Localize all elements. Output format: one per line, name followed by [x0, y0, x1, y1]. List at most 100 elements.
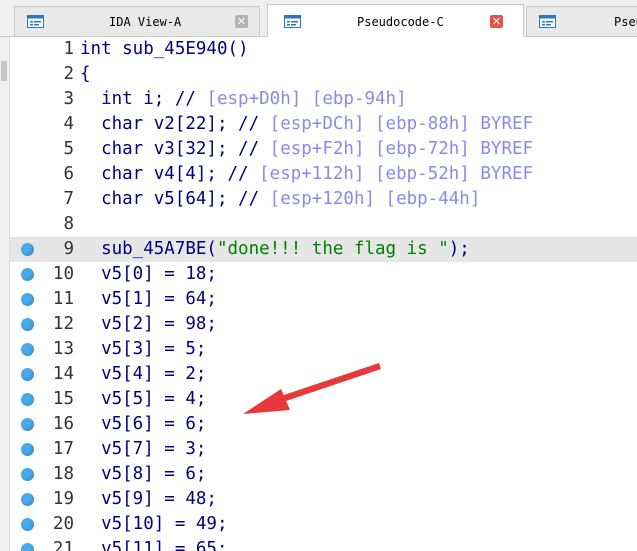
breakpoint-dot-icon[interactable] — [21, 443, 34, 456]
code-token: int sub_45E940() — [80, 39, 249, 59]
code-text: v5[2] = 98; — [80, 312, 217, 337]
breakpoint-dot-icon[interactable] — [21, 268, 34, 281]
line-number: 11 — [52, 289, 74, 309]
line-number: 3 — [63, 89, 74, 109]
code-text: v5[1] = 64; — [80, 287, 217, 312]
line-number: 14 — [52, 364, 74, 384]
tab-pseudocode-other[interactable]: Pseu — [526, 6, 637, 36]
pseudocode-editor[interactable]: 1 int sub_45E940() 2{3 int i; // [esp+D0h]… — [10, 37, 637, 551]
code-text: v5[0] = 18; — [80, 262, 217, 287]
code-token: v5[4] = 2; — [80, 364, 207, 384]
code-token: v5[5] = 4; — [80, 389, 207, 409]
code-line[interactable]: 11 v5[1] = 64; — [10, 287, 637, 312]
code-token: char v5[64]; // — [80, 189, 270, 209]
code-line[interactable]: 4 char v2[22]; // [esp+DCh] [ebp-88h] BY… — [10, 112, 637, 137]
line-number: 1 — [63, 39, 74, 59]
code-text: v5[5] = 4; — [80, 387, 206, 412]
tab-label: IDA View-A — [109, 15, 182, 29]
line-number: 9 — [63, 239, 74, 259]
breakpoint-dot-icon[interactable] — [21, 543, 34, 551]
code-line[interactable]: 16 v5[6] = 6; — [10, 412, 637, 437]
breakpoint-dot-icon[interactable] — [21, 243, 34, 256]
code-text: v5[10] = 49; — [80, 512, 228, 537]
code-token: v5[1] = 64; — [80, 289, 217, 309]
code-token: v5[9] = 48; — [80, 489, 217, 509]
code-line[interactable]: 8 — [10, 212, 637, 237]
code-text: v5[4] = 2; — [80, 362, 206, 387]
code-line[interactable]: 12 v5[2] = 98; — [10, 312, 637, 337]
tab-bar: IDA View-A ✕ Pseudocode-C ✕ Pse — [0, 0, 637, 37]
code-line[interactable]: 15 v5[5] = 4; — [10, 387, 637, 412]
code-token: v5[0] = 18; — [80, 264, 217, 284]
code-text: char v5[64]; // [esp+120h] [ebp-44h] — [80, 187, 480, 212]
code-token: v5[3] = 5; — [80, 339, 207, 359]
code-token: v5[2] = 98; — [80, 314, 217, 334]
code-line[interactable]: 17 v5[7] = 3; — [10, 437, 637, 462]
breakpoint-dot-icon[interactable] — [21, 393, 34, 406]
string-literal: "done!!! the flag is " — [216, 239, 449, 259]
code-token: char v4[4]; // — [80, 164, 260, 184]
code-line[interactable]: 18 v5[8] = 6; — [10, 462, 637, 487]
close-icon[interactable]: ✕ — [490, 15, 503, 28]
code-comment: [esp+120h] [ebp-44h] — [269, 189, 481, 209]
tab-label: Pseu — [614, 15, 637, 29]
scrollbar-thumb[interactable] — [1, 61, 7, 81]
breakpoint-dot-icon[interactable] — [21, 293, 34, 306]
code-text: v5[8] = 6; — [80, 462, 206, 487]
line-number: 12 — [52, 314, 74, 334]
code-token: char v2[22]; // — [80, 114, 270, 134]
code-text: char v2[22]; // [esp+DCh] [ebp-88h] BYRE… — [80, 112, 533, 137]
tab-ida-view-a[interactable]: IDA View-A ✕ — [14, 6, 260, 36]
code-line[interactable]: 1 int sub_45E940() — [10, 37, 637, 62]
code-line[interactable]: 10 v5[0] = 18; — [10, 262, 637, 287]
line-number: 5 — [63, 139, 74, 159]
code-line[interactable]: 21 v5[11] = 65; — [10, 537, 637, 551]
code-text: v5[6] = 6; — [80, 412, 206, 437]
line-number: 4 — [63, 114, 74, 134]
code-line[interactable]: 5 char v3[32]; // [esp+F2h] [ebp-72h] BY… — [10, 137, 637, 162]
line-number: 8 — [63, 214, 74, 234]
code-line[interactable]: 19 v5[9] = 48; — [10, 487, 637, 512]
breakpoint-dot-icon[interactable] — [21, 518, 34, 531]
code-line[interactable]: 13 v5[3] = 5; — [10, 337, 637, 362]
code-text: sub_45A7BE("done!!! the flag is "); — [80, 237, 470, 262]
tab-pseudocode-c[interactable]: Pseudocode-C ✕ — [267, 4, 524, 37]
code-text: { — [80, 62, 91, 87]
breakpoint-dot-icon[interactable] — [21, 343, 34, 356]
code-line[interactable]: 2{ — [10, 62, 637, 87]
line-number: 21 — [52, 539, 74, 551]
breakpoint-dot-icon[interactable] — [21, 418, 34, 431]
line-number: 16 — [52, 414, 74, 434]
code-text: char v3[32]; // [esp+F2h] [ebp-72h] BYRE… — [80, 137, 533, 162]
disassembly-view-icon — [27, 15, 44, 28]
code-token: v5[7] = 3; — [80, 439, 207, 459]
close-icon[interactable]: ✕ — [235, 15, 248, 28]
breakpoint-dot-icon[interactable] — [21, 493, 34, 506]
line-number: 6 — [63, 164, 74, 184]
code-line[interactable]: 3 int i; // [esp+D0h] [ebp-94h] — [10, 87, 637, 112]
breakpoint-dot-icon[interactable] — [21, 468, 34, 481]
code-token: v5[10] = 49; — [80, 514, 228, 534]
line-number: 20 — [52, 514, 74, 534]
code-comment: [esp+112h] [ebp-52h] BYREF — [259, 164, 534, 184]
code-line[interactable]: 20 v5[10] = 49; — [10, 512, 637, 537]
code-comment: [esp+F2h] [ebp-72h] BYREF — [269, 139, 534, 159]
ida-window: IDA View-A ✕ Pseudocode-C ✕ Pse 1 int su… — [0, 0, 637, 551]
code-line[interactable]: 6 char v4[4]; // [esp+112h] [ebp-52h] BY… — [10, 162, 637, 187]
code-line[interactable]: 9 sub_45A7BE("done!!! the flag is "); — [10, 237, 637, 262]
left-scroll-strip[interactable] — [0, 37, 10, 551]
line-number: 7 — [63, 189, 74, 209]
code-text: v5[9] = 48; — [80, 487, 217, 512]
line-number: 17 — [52, 439, 74, 459]
code-line[interactable]: 7 char v5[64]; // [esp+120h] [ebp-44h] — [10, 187, 637, 212]
pseudocode-view-icon — [284, 15, 301, 28]
breakpoint-dot-icon[interactable] — [21, 318, 34, 331]
code-text: v5[11] = 65; — [80, 537, 227, 551]
code-line[interactable]: 14 v5[4] = 2; — [10, 362, 637, 387]
breakpoint-dot-icon[interactable] — [21, 368, 34, 381]
code-text: int i; // [esp+D0h] [ebp-94h] — [80, 87, 407, 112]
pseudocode-view-icon — [539, 15, 556, 28]
code-token: sub_45A7BE( — [80, 239, 217, 259]
code-token: { — [80, 64, 91, 84]
code-comment: [esp+D0h] [ebp-94h] — [206, 89, 407, 109]
